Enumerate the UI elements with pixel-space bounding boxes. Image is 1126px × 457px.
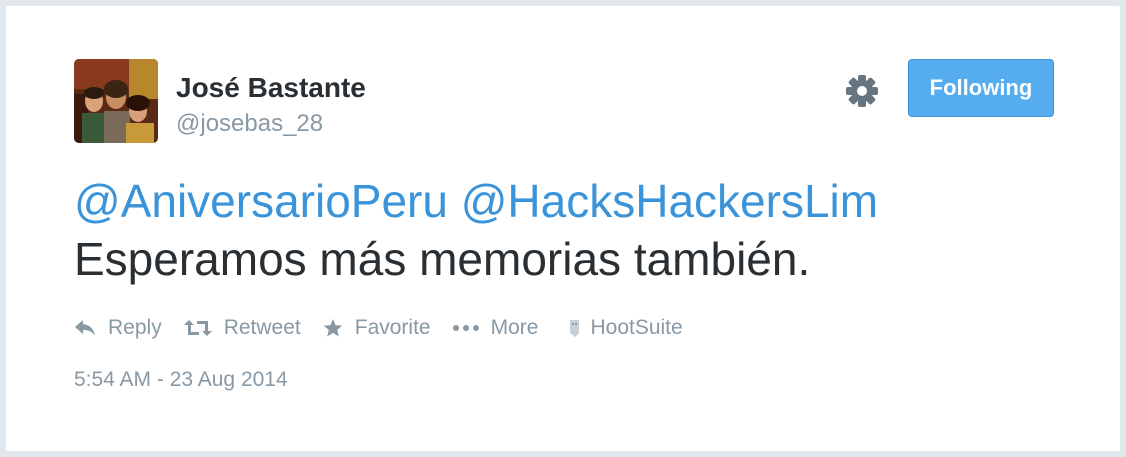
reply-icon bbox=[75, 320, 95, 336]
tweet-body: Esperamos más memorias también. bbox=[74, 233, 811, 285]
star-icon bbox=[323, 319, 343, 337]
tweet-timestamp[interactable]: 5:54 AM - 23 Aug 2014 bbox=[74, 368, 288, 392]
more-label: More bbox=[490, 316, 539, 339]
user-display-name[interactable]: José Bastante bbox=[176, 72, 366, 104]
hootsuite-icon bbox=[570, 320, 580, 337]
following-button[interactable]: Following bbox=[908, 59, 1054, 117]
favorite-button[interactable]: Favorite bbox=[323, 316, 431, 340]
favorite-label: Favorite bbox=[354, 316, 431, 339]
user-handle[interactable]: @josebas_28 bbox=[176, 110, 323, 138]
mention-link[interactable]: @HacksHackersLim bbox=[461, 175, 878, 227]
more-button[interactable]: More bbox=[452, 316, 539, 340]
tweet-text: @AniversarioPeru @HacksHackersLim Espera… bbox=[74, 172, 1074, 288]
tweet-source[interactable]: HootSuite bbox=[568, 316, 683, 340]
reply-button[interactable]: Reply bbox=[74, 316, 162, 340]
retweet-icon bbox=[183, 320, 212, 336]
reply-label: Reply bbox=[108, 316, 162, 339]
retweet-label: Retweet bbox=[223, 316, 301, 339]
source-label: HootSuite bbox=[590, 316, 683, 339]
gear-icon[interactable] bbox=[842, 71, 882, 111]
mention-link[interactable]: @AniversarioPeru bbox=[74, 175, 448, 227]
avatar[interactable] bbox=[74, 59, 158, 143]
retweet-button[interactable]: Retweet bbox=[183, 316, 301, 340]
ellipsis-icon bbox=[452, 325, 479, 331]
tweet-card: José Bastante @josebas_28 Following @Ani… bbox=[6, 6, 1120, 451]
tweet-actions: Reply Retweet Favorite More HootSuite bbox=[74, 312, 683, 344]
